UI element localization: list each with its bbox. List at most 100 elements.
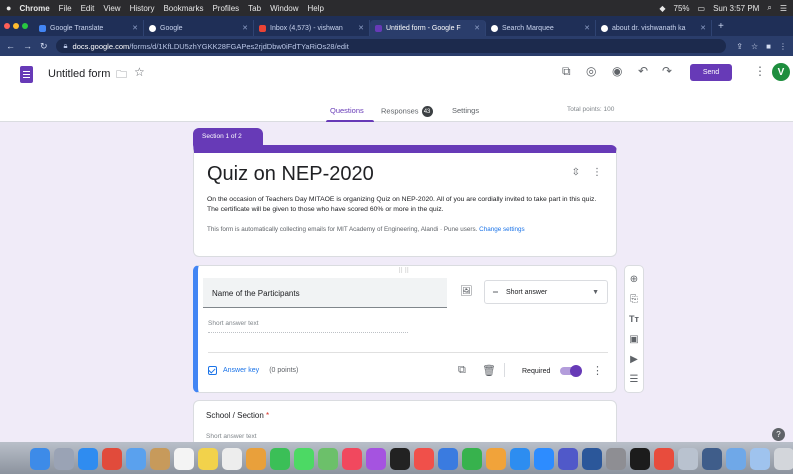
duplicate-icon[interactable]: ⧉: [458, 364, 466, 377]
browser-tab[interactable]: about dr. vishwanath ka ✕: [596, 20, 712, 36]
launchpad-app-icon[interactable]: [54, 448, 74, 470]
quiz-title[interactable]: Quiz on NEP-2020: [207, 163, 374, 186]
addons-icon[interactable]: ⧉: [562, 64, 571, 79]
maps-app-icon[interactable]: [318, 448, 338, 470]
section-more-icon[interactable]: ⋮: [592, 167, 602, 178]
zoom-window-button[interactable]: [22, 23, 28, 29]
battery-icon[interactable]: ▭: [698, 4, 706, 13]
close-tab-icon[interactable]: ✕: [580, 24, 590, 32]
notes-app-icon[interactable]: [198, 448, 218, 470]
trash-icon[interactable]: [774, 448, 793, 470]
menu-view[interactable]: View: [103, 4, 120, 13]
form-title-card[interactable]: Quiz on NEP-2020 ⇳ ⋮ On the occasion of …: [193, 145, 617, 257]
close-tab-icon[interactable]: ✕: [238, 24, 248, 32]
browser-tab-active[interactable]: Untitled form - Google F ✕: [370, 20, 486, 36]
preview-app-icon[interactable]: [678, 448, 698, 470]
undo-icon[interactable]: ↶: [638, 64, 648, 78]
reminders-app-icon[interactable]: [222, 448, 242, 470]
question-title[interactable]: School / Section *: [206, 411, 269, 420]
terminal-app-icon[interactable]: [630, 448, 650, 470]
change-settings-link[interactable]: Change settings: [479, 226, 525, 233]
palette-icon[interactable]: ◎: [586, 64, 596, 78]
add-video-icon[interactable]: ▶: [625, 354, 643, 365]
clock[interactable]: Sun 3:57 PM: [713, 4, 759, 13]
more-options-icon[interactable]: ⋮: [754, 64, 766, 78]
drag-handle-icon[interactable]: ⠿⠿: [398, 267, 410, 275]
mail-app-icon[interactable]: [126, 448, 146, 470]
browser-tab[interactable]: Search Marquee ✕: [486, 20, 596, 36]
documents-folder-icon[interactable]: [750, 448, 770, 470]
close-window-button[interactable]: [4, 23, 10, 29]
calendar-date-app-icon[interactable]: [654, 448, 674, 470]
safari-app-icon[interactable]: [78, 448, 98, 470]
close-tab-icon[interactable]: ✕: [696, 24, 706, 32]
folder-icon[interactable]: 🗀: [116, 66, 127, 85]
form-title-field[interactable]: Untitled form: [48, 68, 110, 80]
news-app-icon[interactable]: [414, 448, 434, 470]
form-description[interactable]: On the occasion of Teachers Day MITAOE i…: [207, 195, 599, 215]
delete-icon[interactable]: 🗑︎: [482, 364, 496, 377]
add-image-icon[interactable]: 🖼︎: [460, 286, 473, 297]
word-app-icon[interactable]: [582, 448, 602, 470]
add-title-icon[interactable]: Tт: [625, 314, 643, 324]
menu-edit[interactable]: Edit: [81, 4, 95, 13]
browser-menu-icon[interactable]: ⋮: [779, 42, 787, 51]
forms-logo-icon[interactable]: [20, 66, 33, 83]
keynote-app-icon[interactable]: [438, 448, 458, 470]
back-arrow-icon[interactable]: ←: [6, 41, 15, 51]
collapse-section-icon[interactable]: ⇳: [572, 167, 580, 178]
battery-percent[interactable]: 75%: [674, 4, 690, 13]
facetime-app-icon[interactable]: [270, 448, 290, 470]
close-tab-icon[interactable]: ✕: [128, 24, 138, 32]
pages-app-icon[interactable]: [486, 448, 506, 470]
browser-tab[interactable]: Inbox (4,573) - vishwan ✕: [254, 20, 370, 36]
send-button[interactable]: Send: [690, 64, 732, 81]
menu-profiles[interactable]: Profiles: [212, 4, 239, 13]
system-preferences-app-icon[interactable]: [606, 448, 626, 470]
add-section-icon[interactable]: ☰: [625, 374, 643, 385]
share-icon[interactable]: ⇪: [736, 42, 743, 51]
menu-window[interactable]: Window: [270, 4, 298, 13]
add-image-icon[interactable]: ▣: [625, 334, 643, 345]
avatar[interactable]: V: [772, 63, 790, 81]
menu-app-name[interactable]: Chrome: [19, 4, 49, 13]
tab-questions[interactable]: Questions: [330, 106, 364, 115]
import-questions-icon[interactable]: ⎘: [625, 294, 643, 305]
spotlight-icon[interactable]: ⌕: [767, 3, 771, 13]
help-icon[interactable]: ?: [772, 428, 785, 441]
bookmark-star-icon[interactable]: ☆: [751, 42, 758, 51]
music-app-icon[interactable]: [342, 448, 362, 470]
zoom-app-icon[interactable]: [534, 448, 554, 470]
calendar-app-icon[interactable]: [174, 448, 194, 470]
teams-app-icon[interactable]: [558, 448, 578, 470]
menu-bookmarks[interactable]: Bookmarks: [163, 4, 203, 13]
contacts-app-icon[interactable]: [150, 448, 170, 470]
preview-eye-icon[interactable]: ◉: [612, 64, 622, 78]
answer-key-button[interactable]: Answer key (0 points): [208, 366, 298, 375]
address-bar[interactable]: 🔒︎ docs.google.com /forms/d/1KfLDU5zhYGK…: [55, 39, 727, 53]
extension-icon[interactable]: ■: [766, 42, 771, 51]
menu-help[interactable]: Help: [308, 4, 324, 13]
numbers-app-icon[interactable]: [462, 448, 482, 470]
question-title[interactable]: Name of the Participants: [212, 289, 300, 298]
control-center-icon[interactable]: ☰: [780, 4, 787, 13]
menu-history[interactable]: History: [130, 4, 155, 13]
finder-app-icon[interactable]: [30, 448, 50, 470]
close-tab-icon[interactable]: ✕: [470, 24, 480, 32]
add-question-icon[interactable]: ⊕: [625, 274, 643, 285]
close-tab-icon[interactable]: ✕: [354, 24, 364, 32]
browser-tab[interactable]: Google ✕: [144, 20, 254, 36]
browser-tab[interactable]: Google Translate ✕: [34, 20, 144, 36]
photos-app-icon[interactable]: [246, 448, 266, 470]
apple-icon[interactable]: ●: [6, 3, 11, 13]
downloads-folder-icon[interactable]: [726, 448, 746, 470]
required-toggle[interactable]: [560, 365, 582, 377]
new-tab-button[interactable]: +: [718, 21, 724, 32]
question-card-active[interactable]: ⠿⠿ Name of the Participants 🖼︎ ═ Short a…: [193, 265, 617, 393]
minimize-window-button[interactable]: [13, 23, 19, 29]
menu-file[interactable]: File: [59, 4, 72, 13]
forward-arrow-icon[interactable]: →: [23, 41, 32, 51]
question-type-select[interactable]: ═ Short answer ▼: [484, 280, 608, 304]
star-icon[interactable]: ☆: [134, 65, 145, 79]
menu-tab[interactable]: Tab: [248, 4, 261, 13]
